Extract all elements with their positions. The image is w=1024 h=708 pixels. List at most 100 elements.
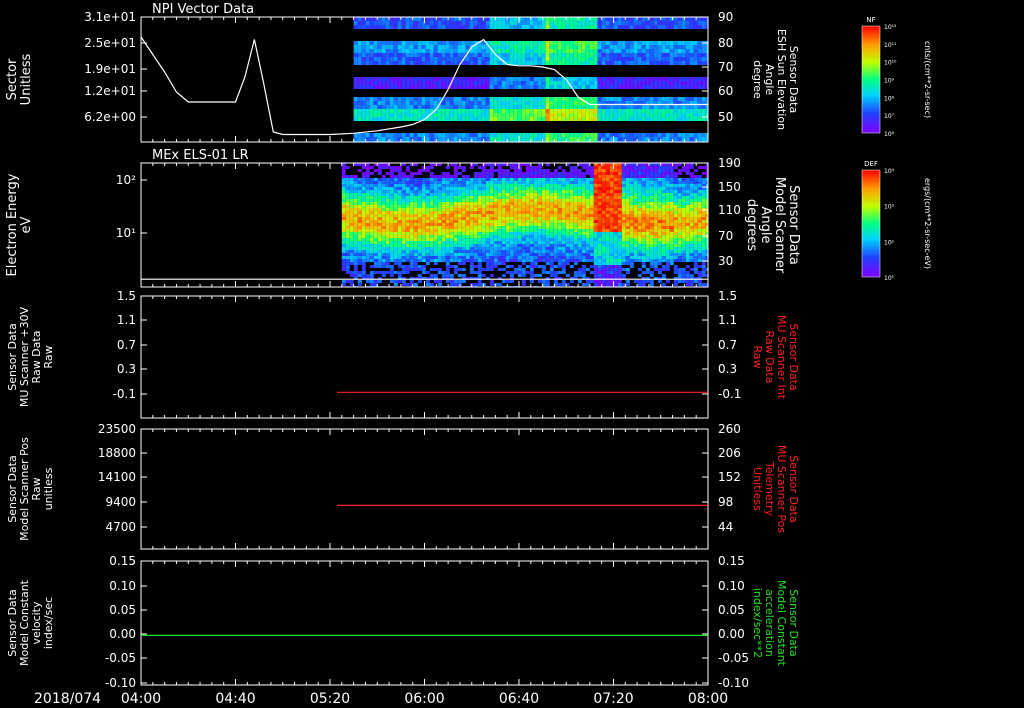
spectrogram-cell [493, 229, 498, 232]
spectrogram-cell [465, 220, 470, 223]
spectrogram-cell [589, 208, 594, 211]
spectrogram-cell [441, 196, 446, 199]
spectrogram-cell [593, 137, 598, 141]
spectrogram-cell [413, 283, 418, 286]
spectrogram-cell [425, 166, 430, 169]
spectrogram-cell [625, 21, 630, 25]
spectrogram-cell [513, 21, 518, 25]
spectrogram-cell [361, 238, 366, 241]
spectrogram-cell [393, 241, 398, 244]
spectrogram-cell [573, 77, 578, 81]
spectrogram-cell [433, 181, 438, 184]
spectrogram-cell [341, 181, 346, 184]
spectrogram-cell [557, 196, 562, 199]
spectrogram-cell [409, 220, 414, 223]
spectrogram-cell [361, 57, 366, 61]
spectrogram-cell [597, 247, 602, 250]
spectrogram-cell [525, 57, 530, 61]
spectrogram-cell [425, 256, 430, 259]
spectrogram-cell [637, 133, 642, 137]
spectrogram-cell [409, 187, 414, 190]
spectrogram-cell [429, 77, 434, 81]
spectrogram-cell [641, 172, 646, 175]
spectrogram-cell [589, 105, 594, 109]
spectrogram-cell [353, 117, 358, 121]
spectrogram-cell [665, 137, 670, 141]
spectrogram-cell [481, 235, 486, 238]
spectrogram-cell [517, 97, 522, 101]
spectrogram-cell [525, 45, 530, 49]
spectrogram-cell [701, 45, 706, 49]
spectrogram-cell [425, 41, 430, 45]
spectrogram-cell [497, 235, 502, 238]
spectrogram-cell [509, 274, 514, 277]
spectrogram-cell [413, 97, 418, 101]
spectrogram-cell [357, 274, 362, 277]
spectrogram-cell [625, 17, 630, 21]
spectrogram-cell [601, 85, 606, 89]
spectrogram-cell [549, 178, 554, 181]
spectrogram-cell [421, 235, 426, 238]
spectrogram-cell [641, 169, 646, 172]
spectrogram-cell [385, 61, 390, 65]
spectrogram-cell [633, 117, 638, 121]
spectrogram-cell [573, 41, 578, 45]
spectrogram-cell [477, 217, 482, 220]
spectrogram-cell [413, 105, 418, 109]
spectrogram-cell [553, 117, 558, 121]
spectrogram-cell [453, 208, 458, 211]
spectrogram-cell [413, 226, 418, 229]
spectrogram-cell [685, 77, 690, 81]
spectrogram-cell [389, 223, 394, 226]
spectrogram-cell [485, 253, 490, 256]
spectrogram-cell [437, 271, 442, 274]
spectrogram-cell [365, 184, 370, 187]
spectrogram-cell [437, 283, 442, 286]
spectrogram-cell [537, 53, 542, 57]
spectrogram-cell [525, 208, 530, 211]
spectrogram-cell [373, 238, 378, 241]
spectrogram-cell [429, 238, 434, 241]
spectrogram-cell [517, 166, 522, 169]
spectrogram-cell [597, 61, 602, 65]
spectrogram-cell [557, 175, 562, 178]
spectrogram-cell [497, 181, 502, 184]
spectrogram-cell [573, 205, 578, 208]
spectrogram-cell [397, 117, 402, 121]
spectrogram-cell [589, 265, 594, 268]
spectrogram-cell [637, 223, 642, 226]
spectrogram-cell [369, 105, 374, 109]
spectrogram-cell [477, 25, 482, 29]
spectrogram-cell [353, 175, 358, 178]
spectrogram-cell [641, 77, 646, 81]
spectrogram-cell [449, 214, 454, 217]
spectrogram-cell [453, 17, 458, 21]
spectrogram-cell [605, 208, 610, 211]
left-tick-label: 6.2e+00 [84, 110, 136, 124]
spectrogram-cell [701, 53, 706, 57]
spectrogram-cell [449, 211, 454, 214]
spectrogram-cell [529, 175, 534, 178]
spectrogram-cell [645, 184, 650, 187]
spectrogram-cell [429, 45, 434, 49]
spectrogram-cell [533, 101, 538, 105]
spectrogram-cell [577, 232, 582, 235]
spectrogram-cell [473, 85, 478, 89]
spectrogram-cell [597, 133, 602, 137]
spectrogram-cell [429, 223, 434, 226]
spectrogram-cell [517, 169, 522, 172]
spectrogram-cell [485, 97, 490, 101]
spectrogram-cell [421, 25, 426, 29]
spectrogram-cell [633, 250, 638, 253]
spectrogram-cell [489, 244, 494, 247]
spectrogram-cell [645, 57, 650, 61]
spectrogram-cell [549, 247, 554, 250]
spectrogram-cell [601, 97, 606, 101]
spectrogram-cell [557, 53, 562, 57]
spectrogram-cell [449, 41, 454, 45]
spectrogram-cell [661, 196, 666, 199]
label-line: Unitless [19, 53, 34, 105]
spectrogram-cell [501, 184, 506, 187]
spectrogram-cell [537, 223, 542, 226]
spectrogram-cell [393, 101, 398, 105]
